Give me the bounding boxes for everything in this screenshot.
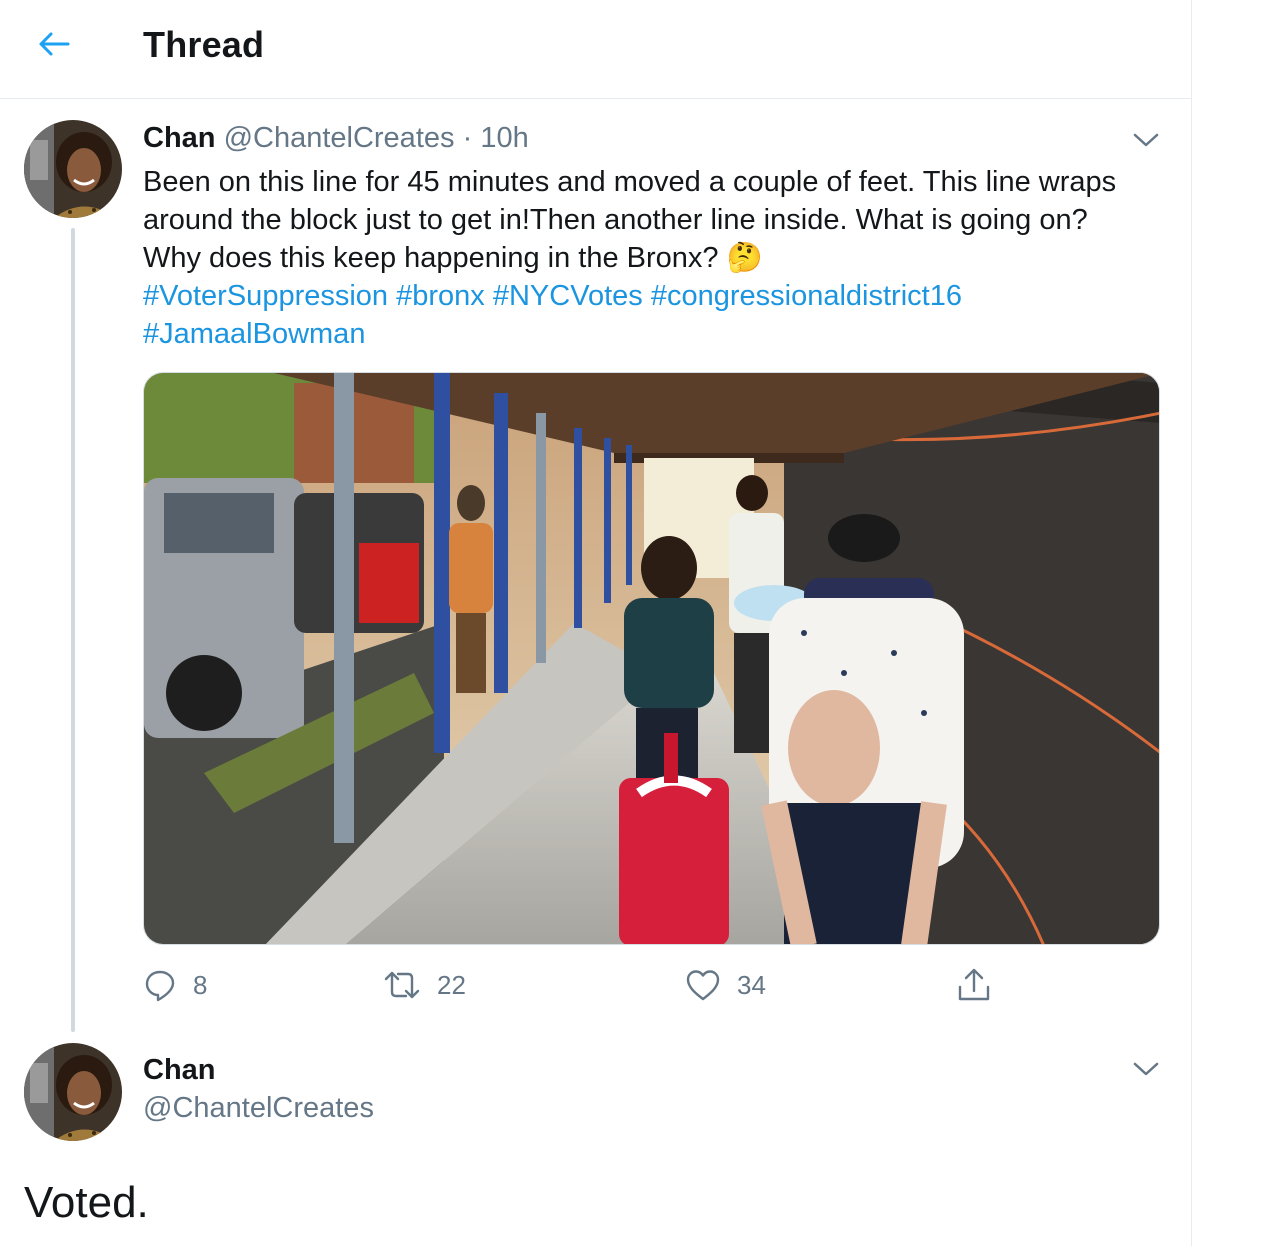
profile-photo-icon	[24, 1043, 122, 1141]
share-icon	[958, 968, 990, 1001]
tweet-time[interactable]: 10h	[480, 122, 528, 154]
heart-icon	[686, 970, 720, 1001]
retweet-button[interactable]: 22	[383, 962, 466, 1008]
author-name[interactable]: Chan	[143, 122, 216, 154]
thread-header: Thread	[0, 0, 1191, 99]
reply-button[interactable]: 8	[143, 962, 207, 1008]
retweet-icon	[384, 971, 420, 999]
reply-author-handle[interactable]: @ChantelCreates	[143, 1092, 374, 1125]
tweet-menu-button[interactable]	[1126, 120, 1166, 160]
reply-icon	[145, 970, 175, 1002]
tweet-text: Been on this line for 45 minutes and mov…	[143, 163, 1143, 353]
profile-photo-icon	[24, 120, 122, 218]
thread-column: Thread Chan @ChantelCreates · 10h Been o…	[0, 0, 1192, 1246]
author-handle[interactable]: @ChantelCreates	[224, 122, 455, 154]
sidewalk-queue-image	[144, 373, 1159, 944]
like-button[interactable]: 34	[685, 962, 766, 1008]
page-title: Thread	[143, 24, 265, 65]
hashtag-link[interactable]: #bronx	[396, 280, 485, 312]
reply-tweet-text: Voted.	[24, 1178, 149, 1227]
retweet-count: 22	[437, 969, 466, 1000]
hashtag-link[interactable]: #congressionaldistrict16	[651, 280, 962, 312]
hashtag-link[interactable]: #JamaalBowman	[143, 318, 365, 350]
tweet-actions: 8 22 34	[143, 962, 1160, 1008]
reply-menu-button[interactable]	[1126, 1049, 1166, 1089]
avatar[interactable]	[24, 1043, 122, 1141]
tweet-header: Chan @ChantelCreates · 10h	[143, 122, 529, 155]
thinking-face-emoji: 🤔	[726, 242, 763, 274]
avatar[interactable]	[24, 120, 122, 218]
hashtag-link[interactable]: #VoterSuppression	[143, 280, 388, 312]
thread-connector	[71, 228, 75, 1032]
reply-count: 8	[193, 969, 208, 1000]
meta-separator: ·	[462, 122, 473, 154]
chevron-down-icon	[1133, 1062, 1159, 1076]
like-count: 34	[737, 969, 766, 1000]
reply-author-name[interactable]: Chan	[143, 1054, 216, 1087]
back-button[interactable]	[28, 22, 80, 66]
share-button[interactable]	[956, 962, 992, 1008]
tweet-body: Been on this line for 45 minutes and mov…	[143, 166, 1117, 274]
back-arrow-icon	[39, 32, 70, 56]
hashtag-link[interactable]: #NYCVotes	[493, 280, 643, 312]
tweet-photo[interactable]	[143, 372, 1160, 945]
chevron-down-icon	[1133, 133, 1159, 147]
